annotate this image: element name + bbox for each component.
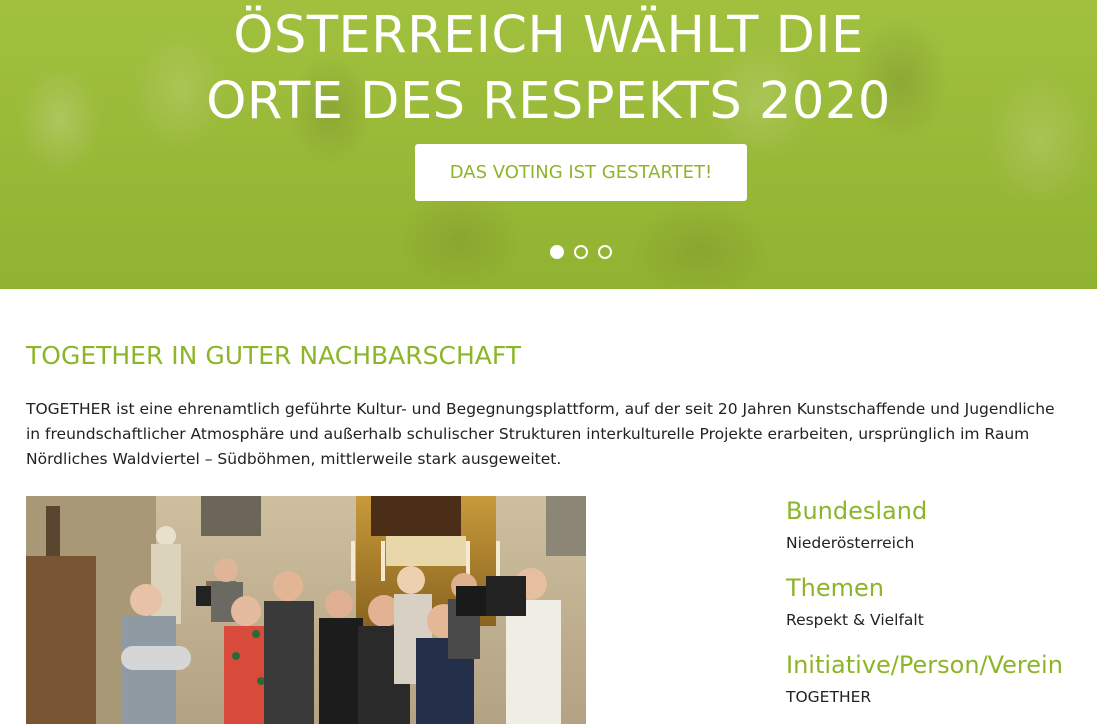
- article-description: TOGETHER ist eine ehrenamtlich geführte …: [26, 400, 1055, 468]
- hero-banner: ÖSTERREICH WÄHLT DIE ORTE DES RESPEKTS 2…: [0, 0, 1097, 289]
- carousel-dot-3[interactable]: [598, 245, 612, 259]
- meta-initiative-value: TOGETHER: [786, 688, 872, 706]
- group-photo-image: [26, 496, 586, 724]
- carousel-dot-2[interactable]: [574, 245, 588, 259]
- meta-topics-value: Respekt & Vielfalt: [786, 611, 924, 629]
- hero-title-line1: ÖSTERREICH WÄHLT DIE: [233, 6, 864, 65]
- article-title: TOGETHER IN GUTER NACHBARSCHAFT: [26, 341, 522, 370]
- meta-state: Bundesland Niederösterreich: [786, 496, 927, 554]
- voting-cta-button[interactable]: DAS VOTING IST GESTARTET!: [415, 144, 747, 201]
- meta-topics: Themen Respekt & Vielfalt: [786, 573, 924, 631]
- carousel-dot-1[interactable]: [550, 245, 564, 259]
- article-photo: [26, 496, 586, 724]
- meta-initiative: Initiative/Person/Verein TOGETHER: [786, 650, 1063, 708]
- carousel-dots: [550, 245, 612, 259]
- meta-initiative-heading: Initiative/Person/Verein: [786, 651, 1063, 679]
- meta-topics-heading: Themen: [786, 574, 884, 602]
- meta-state-value: Niederösterreich: [786, 534, 915, 552]
- meta-state-heading: Bundesland: [786, 497, 928, 525]
- hero-title-line2: ORTE DES RESPEKTS 2020: [206, 72, 891, 131]
